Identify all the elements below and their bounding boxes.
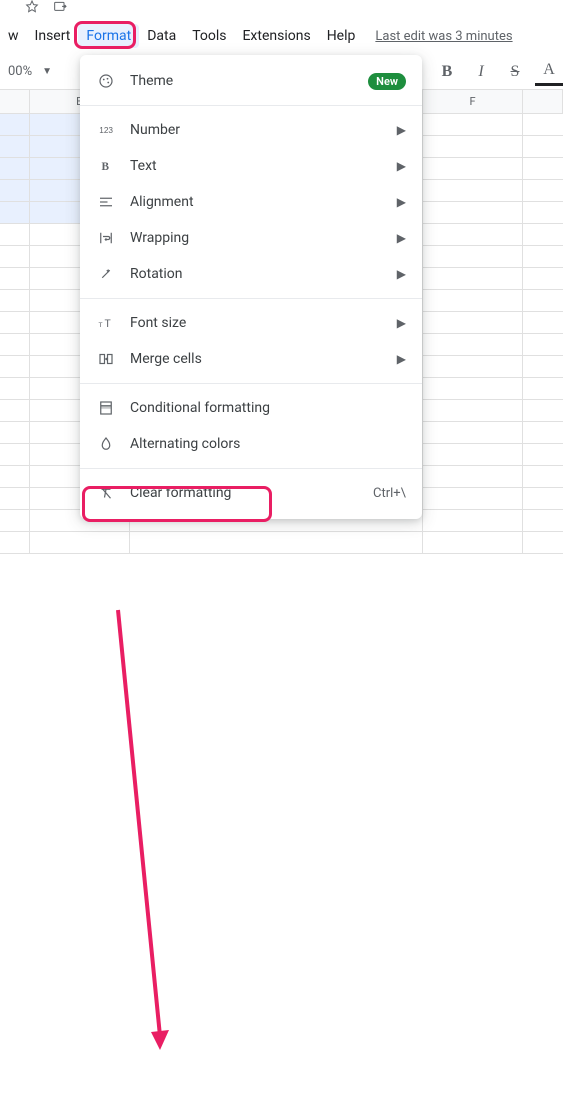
wrap-icon bbox=[96, 228, 116, 248]
menu-separator bbox=[80, 468, 422, 469]
menu-item-label: Font size bbox=[130, 315, 383, 331]
italic-button[interactable]: I bbox=[467, 58, 495, 86]
menu-item-alignment[interactable]: Alignment ▶ bbox=[80, 184, 422, 220]
last-edit-link[interactable]: Last edit was 3 minutes bbox=[375, 29, 512, 44]
menu-item-label: Merge cells bbox=[130, 351, 383, 367]
alternating-icon bbox=[96, 434, 116, 454]
conditional-icon bbox=[96, 398, 116, 418]
new-badge: New bbox=[368, 73, 406, 90]
menu-item-shortcut: Ctrl+\ bbox=[373, 486, 406, 501]
format-menu: Theme New 123 Number ▶ B Text ▶ Alignmen… bbox=[80, 55, 422, 519]
col-header-f[interactable]: F bbox=[423, 90, 523, 113]
theme-icon bbox=[96, 71, 116, 91]
submenu-arrow-icon: ▶ bbox=[397, 231, 406, 245]
svg-text:B: B bbox=[102, 161, 110, 173]
menu-help[interactable]: Help bbox=[319, 24, 364, 48]
menu-item-label: Rotation bbox=[130, 266, 383, 282]
menu-view[interactable]: w bbox=[0, 24, 27, 48]
submenu-arrow-icon: ▶ bbox=[397, 316, 406, 330]
menu-bar: w Insert Format Data Tools Extensions He… bbox=[0, 18, 563, 54]
menu-separator bbox=[80, 105, 422, 106]
submenu-arrow-icon: ▶ bbox=[397, 123, 406, 137]
submenu-arrow-icon: ▶ bbox=[397, 159, 406, 173]
svg-text:T: T bbox=[99, 321, 103, 329]
rotation-icon bbox=[96, 264, 116, 284]
menu-item-text[interactable]: B Text ▶ bbox=[80, 148, 422, 184]
zoom-select[interactable]: 00% bbox=[4, 62, 36, 81]
menu-item-label: Conditional formatting bbox=[130, 400, 406, 416]
fontsize-icon: TT bbox=[96, 313, 116, 333]
col-header-blank[interactable] bbox=[0, 90, 30, 113]
annotation-arrow bbox=[0, 560, 563, 1110]
bold-button[interactable]: B bbox=[433, 58, 461, 86]
menu-format[interactable]: Format bbox=[78, 24, 139, 48]
menu-item-label: Wrapping bbox=[130, 230, 383, 246]
menu-item-label: Alignment bbox=[130, 194, 383, 210]
text-color-button[interactable]: A bbox=[535, 58, 563, 86]
menu-item-wrapping[interactable]: Wrapping ▶ bbox=[80, 220, 422, 256]
menu-item-label: Theme bbox=[130, 73, 354, 89]
menu-item-rotation[interactable]: Rotation ▶ bbox=[80, 256, 422, 292]
number-icon: 123 bbox=[96, 120, 116, 140]
menu-separator bbox=[80, 383, 422, 384]
menu-insert[interactable]: Insert bbox=[27, 24, 79, 48]
svg-text:T: T bbox=[105, 317, 112, 330]
clear-formatting-icon bbox=[96, 483, 116, 503]
menu-item-label: Alternating colors bbox=[130, 436, 406, 452]
star-icon[interactable] bbox=[24, 0, 40, 19]
submenu-arrow-icon: ▶ bbox=[397, 195, 406, 209]
menu-extensions[interactable]: Extensions bbox=[234, 24, 318, 48]
col-header-g[interactable] bbox=[523, 90, 563, 113]
menu-item-clear-formatting[interactable]: Clear formatting Ctrl+\ bbox=[80, 475, 422, 511]
menu-item-mergecells[interactable]: Merge cells ▶ bbox=[80, 341, 422, 377]
menu-item-conditional-formatting[interactable]: Conditional formatting bbox=[80, 390, 422, 426]
chevron-down-icon[interactable]: ▼ bbox=[42, 66, 52, 77]
menu-separator bbox=[80, 298, 422, 299]
svg-text:123: 123 bbox=[99, 126, 113, 135]
menu-item-label: Number bbox=[130, 122, 383, 138]
submenu-arrow-icon: ▶ bbox=[397, 267, 406, 281]
menu-data[interactable]: Data bbox=[139, 24, 184, 48]
merge-icon bbox=[96, 349, 116, 369]
menu-item-alternating-colors[interactable]: Alternating colors bbox=[80, 426, 422, 462]
grid-row[interactable] bbox=[0, 532, 563, 554]
menu-item-number[interactable]: 123 Number ▶ bbox=[80, 112, 422, 148]
align-icon bbox=[96, 192, 116, 212]
menu-item-label: Clear formatting bbox=[130, 485, 359, 501]
move-icon[interactable] bbox=[52, 0, 68, 19]
bold-icon: B bbox=[96, 156, 116, 176]
title-icons-row bbox=[0, 0, 563, 18]
menu-tools[interactable]: Tools bbox=[184, 24, 234, 48]
menu-item-fontsize[interactable]: TT Font size ▶ bbox=[80, 305, 422, 341]
menu-item-label: Text bbox=[130, 158, 383, 174]
submenu-arrow-icon: ▶ bbox=[397, 352, 406, 366]
menu-item-theme[interactable]: Theme New bbox=[80, 63, 422, 99]
strikethrough-button[interactable]: S bbox=[501, 58, 529, 86]
